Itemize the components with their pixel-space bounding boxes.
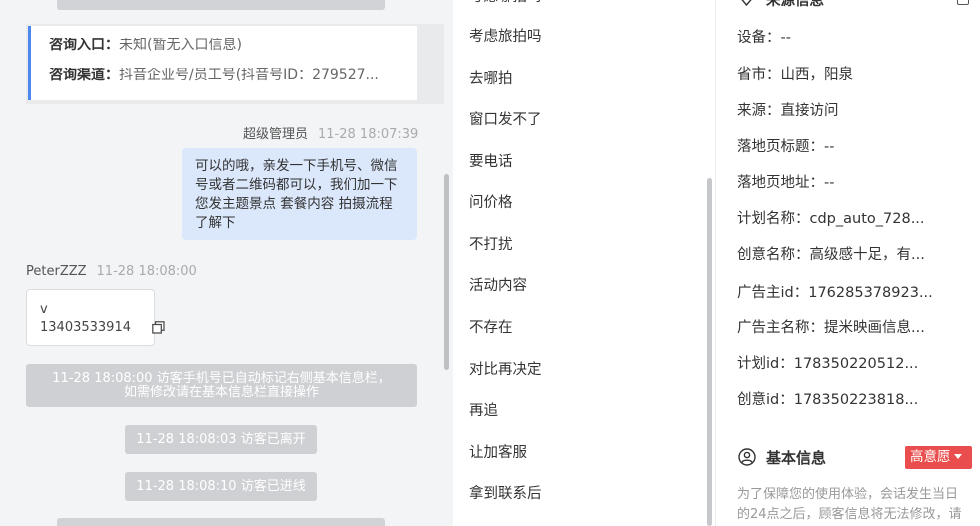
visitor-message-meta: PeterZZZ 11-28 18:08:00 xyxy=(26,264,197,279)
source-info-value: 178350223818... xyxy=(793,392,919,408)
quick-replies-scrollbar[interactable] xyxy=(707,178,712,526)
quick-reply-item[interactable]: 拿到联系后 xyxy=(469,485,542,503)
visitor-message-bubble: v 13403533914 xyxy=(26,289,165,346)
source-info-row: 计划名称：cdp_auto_728... xyxy=(737,210,925,228)
chat-scrollbar[interactable] xyxy=(444,174,449,370)
visitor-message-line1: v xyxy=(40,302,48,317)
source-info-row: 计划id：178350220512... xyxy=(737,355,918,373)
chat-panel: 咨询入口：未知(暂无入口信息) 咨询渠道：抖音企业号/员工号(抖音号ID：279… xyxy=(0,0,453,526)
consult-entry-label: 咨询入口： xyxy=(49,38,119,53)
source-info-row: 广告主id：176285378923... xyxy=(737,284,933,302)
agent-message-meta: 超级管理员 11-28 18:07:39 xyxy=(243,123,418,142)
quick-reply-item[interactable]: 问价格 xyxy=(469,194,513,212)
visitor-message-line2: 13403533914 xyxy=(40,320,131,335)
consult-channel-value: 抖音企业号/员工号(抖音号ID：279527... xyxy=(119,68,379,83)
system-message-partial xyxy=(57,0,385,10)
source-info-value: -- xyxy=(824,139,835,155)
source-info-title: 来源信息 xyxy=(766,0,824,9)
system-notice-phone-marked: 11-28 18:08:00 访客手机号已自动标记右侧基本信息栏， 如需修改请在… xyxy=(26,364,417,407)
quick-reply-item[interactable]: 要电话 xyxy=(469,153,513,171)
source-info-value: 高级感十足，有... xyxy=(809,247,925,263)
source-info-row: 广告主名称：提米映画信息... xyxy=(737,319,925,337)
source-info-key: 来源： xyxy=(737,103,781,119)
visitor-name: PeterZZZ xyxy=(26,264,87,279)
source-info-value: 178350220512... xyxy=(793,356,919,372)
source-info-value: cdp_auto_728... xyxy=(809,211,925,227)
source-info-value: -- xyxy=(824,175,835,191)
source-info-row: 创意id：178350223818... xyxy=(737,391,918,409)
source-info-key: 创意名称： xyxy=(737,247,810,263)
agent-message-bubble: 可以的哦，亲发一下手机号、微信号或者二维码都可以，我们加一下您发主题景点 套餐内… xyxy=(182,148,417,240)
source-info-key: 计划名称： xyxy=(737,211,810,227)
intent-label: 高意愿 xyxy=(910,449,951,465)
consult-info-card: 咨询入口：未知(暂无入口信息) 咨询渠道：抖音企业号/员工号(抖音号ID：279… xyxy=(28,26,417,100)
agent-message-time: 11-28 18:07:39 xyxy=(318,127,419,142)
consult-channel-label: 咨询渠道： xyxy=(49,68,119,83)
source-info-row: 设备：-- xyxy=(737,29,791,47)
consult-channel-row: 咨询渠道：抖音企业号/员工号(抖音号ID：279527... xyxy=(49,68,417,83)
visitor-message-time: 11-28 18:08:00 xyxy=(96,264,197,279)
source-info-value: 山西，阳泉 xyxy=(780,67,854,83)
system-notice-line2: 如需修改请在基本信息栏直接操作 xyxy=(123,385,319,400)
agent-name: 超级管理员 xyxy=(243,127,309,142)
source-info-key: 计划id： xyxy=(737,356,794,372)
location-icon xyxy=(741,0,752,6)
source-info-row: 省市：山西，阳泉 xyxy=(737,66,853,84)
edit-icon[interactable] xyxy=(957,0,969,5)
source-info-key: 落地页地址： xyxy=(737,175,824,191)
consult-entry-row: 咨询入口：未知(暂无入口信息) xyxy=(49,38,417,53)
visitor-info-panel: 来源信息 设备：-- 省市：山西，阳泉 来源：直接访问 落地页标题：-- 落地页地址：-… xyxy=(715,0,980,526)
quick-reply-item[interactable]: 不打扰 xyxy=(469,236,513,254)
user-icon xyxy=(738,448,756,466)
source-info-value: 176285378923... xyxy=(808,285,933,301)
quick-reply-item[interactable]: 再追 xyxy=(469,402,498,420)
quick-reply-item[interactable]: 去哪拍 xyxy=(469,70,513,88)
system-notice-visitor-entered: 11-28 18:08:10 访客已进线 xyxy=(125,472,317,501)
source-info-key: 广告主id： xyxy=(737,285,809,301)
caret-down-icon xyxy=(953,454,962,459)
source-info-row: 来源：直接访问 xyxy=(737,102,839,120)
source-info-value: -- xyxy=(780,30,791,46)
quick-reply-item[interactable]: 不存在 xyxy=(469,319,513,337)
source-info-value: 直接访问 xyxy=(780,103,839,119)
source-info-row: 创意名称：高级感十足，有... xyxy=(737,246,925,264)
copy-icon[interactable] xyxy=(152,321,165,334)
intent-dropdown[interactable]: 高意愿 xyxy=(905,446,972,469)
source-info-key: 省市： xyxy=(737,67,781,83)
source-info-value: 提米映画信息... xyxy=(824,320,925,336)
source-info-key: 设备： xyxy=(737,30,781,46)
source-info-key: 落地页标题： xyxy=(737,139,824,155)
system-notice-line1: 11-28 18:08:00 访客手机号已自动标记右侧基本信息栏， xyxy=(52,371,391,386)
quick-reply-item[interactable]: 窗口发不了 xyxy=(469,111,542,129)
quick-reply-item[interactable]: 考虑旅拍吗 xyxy=(469,28,542,46)
quick-replies-panel: 考虑哪拍吗 考虑旅拍吗去哪拍窗口发不了要电话问价格不打扰活动内容不存在对比再决定… xyxy=(453,0,715,526)
system-notice-visitor-left: 11-28 18:08:03 访客已离开 xyxy=(125,425,317,454)
source-info-key: 广告主名称： xyxy=(737,320,824,336)
quick-reply-item[interactable]: 对比再决定 xyxy=(469,361,542,379)
quick-reply-item[interactable]: 让加客服 xyxy=(469,444,527,462)
system-message-partial-bottom xyxy=(57,518,385,526)
basic-info-title: 基本信息 xyxy=(766,449,827,467)
source-info-row: 落地页地址：-- xyxy=(737,174,834,192)
source-info-row: 落地页标题：-- xyxy=(737,138,834,156)
basic-info-note: 为了保障您的使用体验，会话发生当日的24点之后，顾客信息将无法修改，请 xyxy=(737,487,962,522)
consult-entry-value: 未知(暂无入口信息) xyxy=(119,38,242,53)
quick-reply-partial[interactable]: 考虑哪拍吗 xyxy=(469,0,542,6)
source-info-key: 创意id： xyxy=(737,392,794,408)
quick-reply-item[interactable]: 活动内容 xyxy=(469,277,527,295)
